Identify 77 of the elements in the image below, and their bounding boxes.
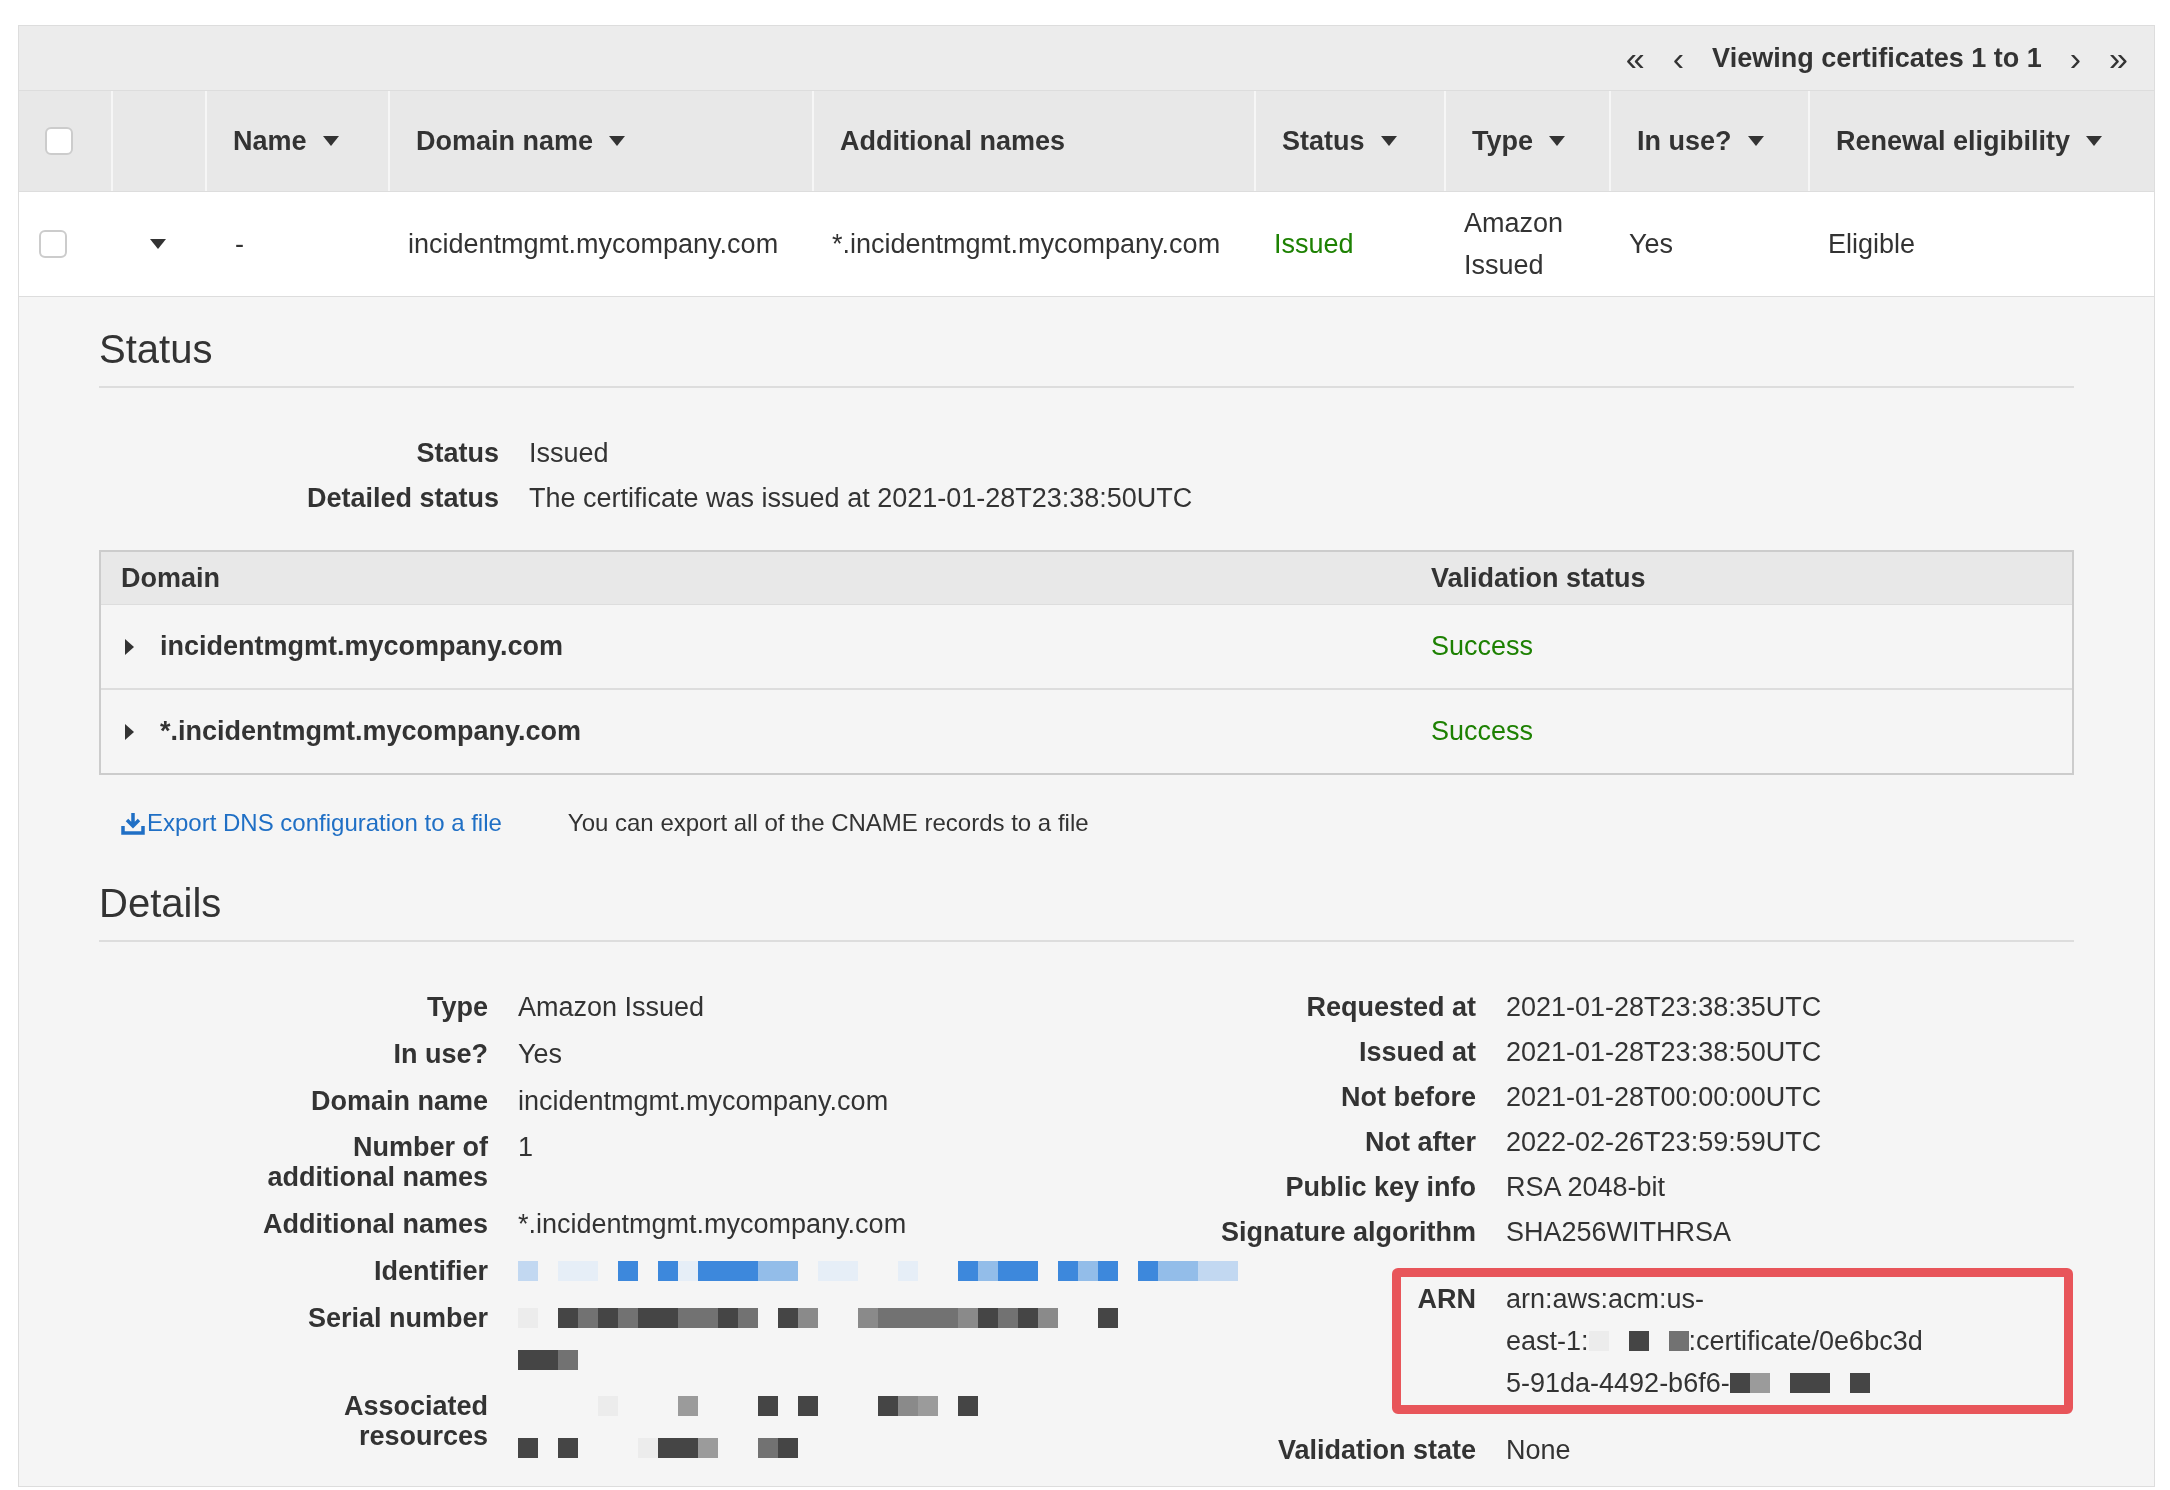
column-label: Domain name (416, 125, 594, 157)
field-value: east-1: (1506, 1326, 1589, 1356)
field-label: ARN (1416, 1284, 1476, 1314)
column-header: Validation status (1431, 562, 1647, 594)
column-label: In use? (1637, 125, 1732, 157)
field-value: 5-91da-4492-b6f6- (1506, 1368, 1730, 1398)
caret-icon[interactable] (322, 136, 339, 146)
validation-status: Success (1431, 631, 1534, 662)
field-value: arn:aws:acm:us- (1506, 1284, 1705, 1314)
field-value: RSA 2048-bit (1506, 1172, 1667, 1202)
domain-name: incidentmgmt.mycompany.com (160, 631, 564, 662)
table-cell-text: Issued (1274, 228, 1354, 261)
caret-icon[interactable] (125, 723, 134, 740)
table-cell-text: Eligible (1828, 228, 1916, 261)
caret-icon[interactable] (609, 136, 626, 146)
caret-icon[interactable] (1747, 136, 1764, 146)
field-value: 2022-02-26T23:59:59UTC (1506, 1127, 1823, 1157)
caret-icon[interactable] (150, 239, 166, 249)
column-label: Name (233, 125, 307, 157)
validation-status: Success (1431, 716, 1534, 747)
field-value: 2021-01-28T23:38:35UTC (1506, 992, 1823, 1022)
field-label: Number of additional names (266, 1132, 488, 1193)
help-text: You can export all of the CNAME records to a file (567, 809, 1089, 837)
next-page-button[interactable]: › (2069, 41, 2082, 75)
table-cell-text: Amazon Issued (1464, 207, 1565, 282)
field-value: Issued (529, 437, 610, 470)
field-label: Signature algorithm (1219, 1217, 1476, 1247)
field-label: Requested at (1305, 992, 1476, 1022)
field-label: Serial number (306, 1302, 488, 1333)
table-cell-text: Yes (1629, 228, 1674, 261)
field-label: Associated resources (342, 1391, 488, 1452)
table-cell-text: - (235, 228, 244, 261)
field-label: Detailed status (305, 482, 499, 515)
field-label: Public key info (1284, 1172, 1476, 1202)
export-link[interactable]: Export DNS configuration to a file (121, 809, 502, 837)
field-label: Identifier (373, 1255, 488, 1286)
redaction-mosaic (518, 1349, 578, 1370)
field-label: Issued at (1357, 1037, 1476, 1067)
field-label: Status (415, 437, 499, 470)
pager-label: Viewing certificates 1 to 1 (1712, 42, 2042, 74)
column-label: Additional names (840, 125, 1066, 157)
domain-name: *.incidentmgmt.mycompany.com (160, 716, 582, 747)
field-label: Not after (1364, 1127, 1476, 1157)
field-value: 2021-01-28T00:00:00UTC (1506, 1082, 1823, 1112)
first-page-button[interactable]: « (1625, 41, 1645, 75)
column-label: Status (1282, 125, 1365, 157)
column-label: Renewal eligibility (1836, 125, 2071, 157)
caret-icon[interactable] (1380, 136, 1397, 146)
previous-page-button[interactable]: ‹ (1672, 41, 1685, 75)
field-label: Not before (1340, 1082, 1476, 1112)
field-value: None (1506, 1435, 1572, 1465)
column-label: Type (1472, 125, 1533, 157)
field-value: Yes (518, 1038, 564, 1069)
field-value: 2021-01-28T23:38:50UTC (1506, 1037, 1823, 1067)
download-icon (121, 811, 145, 835)
section-heading: Status (99, 327, 2074, 388)
column-header: Domain (121, 562, 221, 594)
field-value: :certificate/0e6bc3d (1688, 1326, 1923, 1356)
field-label: In use? (392, 1038, 488, 1069)
field-label: Domain name (309, 1085, 488, 1116)
checkbox[interactable] (45, 127, 73, 155)
field-label: Validation state (1276, 1435, 1476, 1465)
table-cell-text: *.incidentmgmt.mycompany.com (832, 228, 1221, 261)
field-value: incidentmgmt.mycompany.com (518, 1085, 890, 1116)
table-cell-text: incidentmgmt.mycompany.com (408, 228, 779, 261)
last-page-button[interactable]: » (2109, 41, 2128, 75)
caret-icon[interactable] (2086, 136, 2103, 146)
field-label: Additional names (261, 1209, 488, 1239)
checkbox[interactable] (39, 230, 67, 258)
field-value: Amazon Issued (518, 992, 706, 1022)
caret-icon[interactable] (1549, 136, 1565, 146)
field-label: Type (426, 992, 488, 1022)
field-value: The certificate was issued at 2021-01-28T23:38:50UTC (529, 482, 1193, 515)
section-heading: Details (99, 881, 2074, 942)
caret-icon[interactable] (125, 638, 134, 655)
field-value: 1 (518, 1132, 535, 1163)
field-value: SHA256WITHRSA (1506, 1217, 1733, 1247)
